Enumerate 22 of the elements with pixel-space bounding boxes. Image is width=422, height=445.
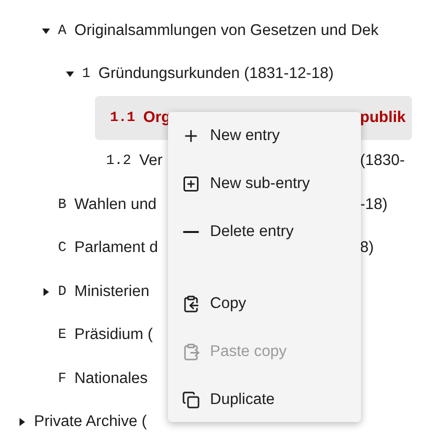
entry-title: (1830-: [360, 152, 406, 170]
entry-title: Originalsammlungen von Gesetzen und Dek: [74, 22, 379, 40]
entry-number: 1: [82, 66, 90, 82]
entry-title: Präsidium (: [74, 326, 153, 344]
entry-title: Private Archive (: [34, 413, 147, 432]
entry-title: publik: [360, 108, 407, 127]
entry-title: 8): [360, 239, 375, 258]
entry-number: B: [58, 196, 66, 213]
entry-number: F: [58, 370, 66, 387]
entry-number: 1.1: [110, 110, 136, 126]
entry-title: Parlament d: [74, 239, 158, 258]
entry-number: E: [58, 327, 66, 344]
entry-title: -18): [360, 196, 389, 214]
entry-title: Nationales: [74, 370, 148, 388]
entry-number: C: [58, 240, 66, 256]
entry-number: D: [58, 284, 66, 300]
entry-title: Gründungsurkunden (1831-12-18): [98, 65, 334, 84]
entry-title: Ministerien: [74, 282, 150, 301]
entry-title: Wahlen und: [74, 196, 157, 214]
entry-number: A: [58, 22, 66, 39]
entry-title: Ver: [139, 152, 162, 170]
entry-number: 1.2: [106, 153, 132, 170]
